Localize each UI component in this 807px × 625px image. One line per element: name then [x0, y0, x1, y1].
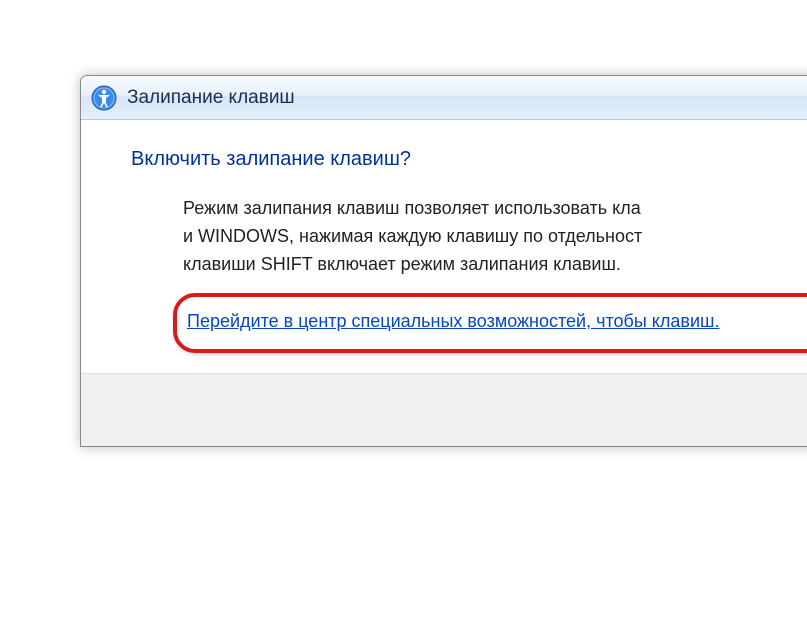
ease-of-access-link[interactable]: Перейдите в центр специальных возможност… — [187, 311, 719, 331]
dialog-body: Включить залипание клавиш? Режим залипан… — [81, 120, 807, 373]
titlebar: Залипание клавиш — [81, 76, 807, 120]
description-line: и WINDOWS, нажимая каждую клавишу по отд… — [183, 226, 642, 246]
main-question-heading: Включить залипание клавиш? — [131, 148, 807, 171]
sticky-keys-dialog: Залипание клавиш Включить залипание клав… — [80, 75, 807, 447]
dialog-title: Залипание клавиш — [127, 87, 295, 109]
highlighted-link-box: Перейдите в центр специальных возможност… — [173, 293, 807, 354]
accessibility-icon — [91, 85, 117, 111]
description-line: Режим залипания клавиш позволяет использ… — [183, 198, 641, 218]
button-bar: Да — [81, 373, 807, 446]
description-text: Режим залипания клавиш позволяет использ… — [183, 195, 807, 279]
description-line: клавиши SHIFT включает режим залипания к… — [183, 254, 621, 274]
